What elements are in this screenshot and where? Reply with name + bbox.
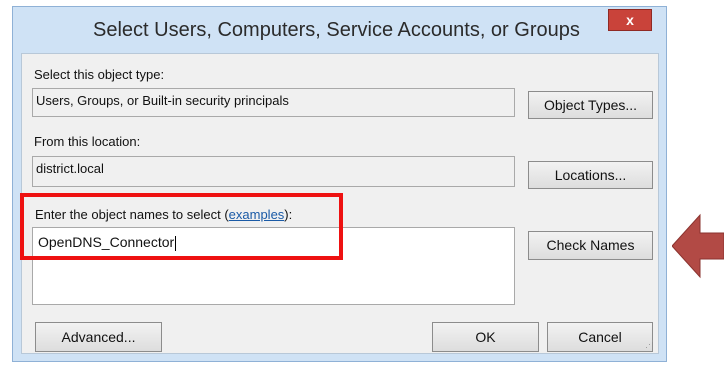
highlight-box — [20, 193, 343, 260]
locations-button[interactable]: Locations... — [528, 161, 653, 189]
check-names-button-label: Check Names — [546, 237, 635, 253]
location-label: From this location: — [34, 134, 141, 149]
left-arrow-icon — [672, 213, 724, 279]
cancel-button[interactable]: Cancel — [547, 322, 653, 352]
object-types-button[interactable]: Object Types... — [528, 91, 653, 119]
location-field: district.local — [32, 156, 515, 187]
dialog-window: Select Users, Computers, Service Account… — [12, 6, 667, 362]
ok-button-label: OK — [475, 329, 496, 345]
resize-grip-icon[interactable]: ⋰ — [645, 339, 654, 350]
object-types-button-label: Object Types... — [543, 97, 638, 113]
ok-button[interactable]: OK — [432, 322, 539, 352]
location-value: district.local — [36, 161, 104, 176]
advanced-button[interactable]: Advanced... — [35, 322, 162, 352]
cancel-button-label: Cancel — [578, 329, 622, 345]
advanced-button-label: Advanced... — [61, 329, 136, 345]
check-names-button[interactable]: Check Names — [528, 231, 653, 260]
close-button[interactable]: x — [608, 9, 652, 31]
title-bar: Select Users, Computers, Service Account… — [13, 7, 666, 53]
object-type-label: Select this object type: — [34, 67, 165, 82]
object-type-field: Users, Groups, or Built-in security prin… — [32, 88, 515, 117]
dialog-title: Select Users, Computers, Service Account… — [93, 19, 580, 41]
object-type-value: Users, Groups, or Built-in security prin… — [36, 93, 289, 108]
close-icon: x — [626, 12, 634, 28]
locations-button-label: Locations... — [554, 167, 627, 183]
